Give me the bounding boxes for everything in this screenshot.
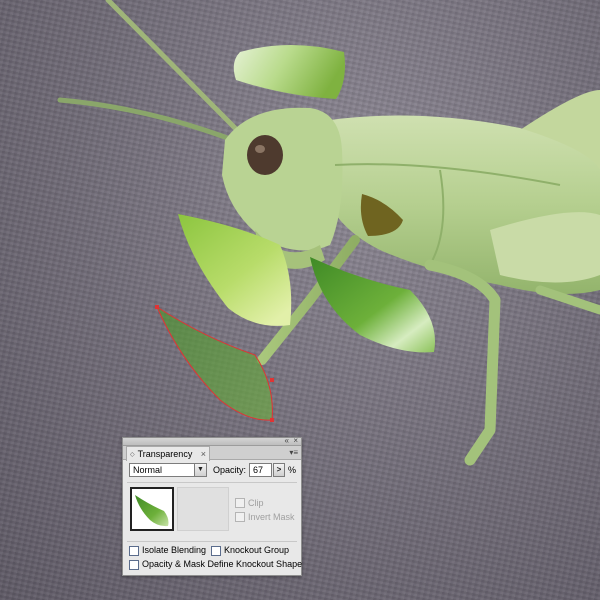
chevron-down-icon[interactable]: ▼ [194, 464, 206, 476]
opacity-slider-button[interactable]: > [273, 463, 285, 477]
opacity-mask-slot[interactable] [177, 487, 229, 531]
tab-close-icon[interactable]: × [201, 449, 206, 459]
isolate-blending-label: Isolate Blending [142, 545, 207, 555]
opacity-input[interactable]: 67 [249, 463, 272, 477]
isolate-blending-checkbox[interactable] [129, 546, 139, 556]
panel-divider [127, 482, 297, 483]
panel-tab-row: ◇ Transparency × ▾≡ [123, 446, 301, 461]
invert-mask-label: Invert Mask [248, 512, 295, 522]
opacity-unit: % [288, 465, 297, 475]
panel-menu-icon[interactable]: ▾≡ [289, 448, 298, 457]
panel-divider [127, 541, 297, 542]
opacity-mask-knockout-checkbox[interactable] [129, 560, 139, 570]
selected-leaf-shape[interactable] [155, 305, 273, 421]
panel-close-icon[interactable]: × [293, 436, 298, 446]
tab-arrows-icon: ◇ [130, 451, 135, 458]
clip-checkbox[interactable] [235, 498, 245, 508]
tab-transparency[interactable]: ◇ Transparency × [126, 446, 210, 461]
knockout-group-label: Knockout Group [224, 545, 290, 555]
blend-mode-value: Normal [133, 465, 163, 475]
object-thumbnail[interactable] [130, 487, 174, 531]
artboard-canvas[interactable]: « × ◇ Transparency × ▾≡ Normal ▼ Opacity… [0, 0, 600, 600]
leaf-thumbnail-icon [135, 495, 169, 527]
transparency-panel: « × ◇ Transparency × ▾≡ Normal ▼ Opacity… [122, 436, 303, 576]
knockout-group-checkbox[interactable] [211, 546, 221, 556]
opacity-label: Opacity: [213, 465, 247, 475]
invert-mask-checkbox[interactable] [235, 512, 245, 522]
leaf-shape-right[interactable] [310, 257, 435, 353]
tab-label: Transparency [137, 449, 193, 459]
opacity-mask-knockout-label: Opacity & Mask Define Knockout Shape [142, 559, 303, 569]
blend-mode-dropdown[interactable]: Normal ▼ [129, 463, 207, 477]
leaf-shape-top[interactable] [233, 45, 345, 99]
clip-label: Clip [248, 498, 264, 508]
panel-collapse-icon[interactable]: « [285, 436, 289, 446]
panel-titlebar[interactable]: « × [123, 436, 301, 446]
